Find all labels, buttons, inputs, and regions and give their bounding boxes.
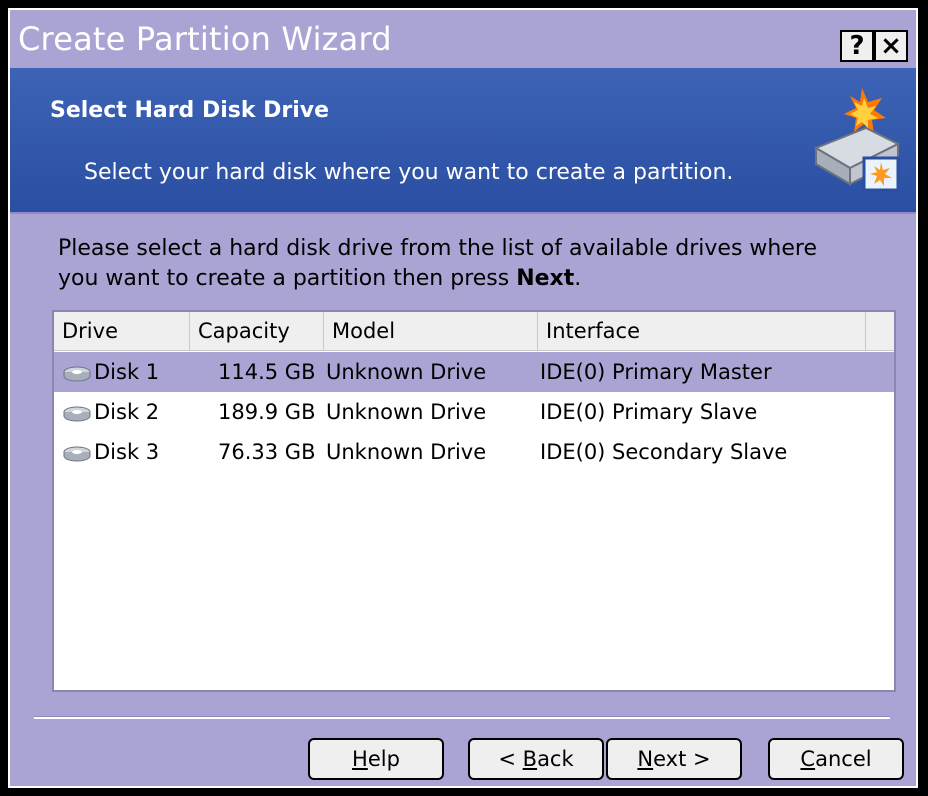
next-button[interactable]: Next > bbox=[606, 738, 742, 780]
footer-separator bbox=[34, 716, 890, 719]
header-title: Select Hard Disk Drive bbox=[50, 98, 330, 123]
window-title: Create Partition Wizard bbox=[18, 20, 392, 58]
cancel-button[interactable]: Cancel bbox=[768, 738, 904, 780]
title-close-button[interactable]: × bbox=[874, 30, 908, 62]
cancel-button-mnemonic: C bbox=[800, 747, 816, 771]
title-bar[interactable]: Create Partition Wizard ? × bbox=[10, 10, 916, 68]
cell-drive: Disk 2 bbox=[94, 400, 160, 424]
help-button-label: elp bbox=[367, 747, 400, 771]
table-row[interactable]: Disk 1 114.5 GB Unknown Drive IDE(0) Pri… bbox=[54, 352, 894, 392]
instructions-text: Please select a hard disk drive from the… bbox=[58, 234, 858, 294]
cancel-button-label: ancel bbox=[815, 747, 872, 771]
column-header-interface[interactable]: Interface bbox=[538, 312, 866, 350]
column-header-model[interactable]: Model bbox=[324, 312, 538, 350]
instructions-period: . bbox=[574, 266, 582, 291]
instructions-line-1: Please select a hard disk drive from the… bbox=[58, 236, 817, 261]
cell-capacity: 76.33 GB bbox=[218, 440, 316, 464]
instructions-next-word: Next bbox=[516, 266, 575, 291]
cell-model: Unknown Drive bbox=[326, 440, 487, 464]
cell-drive: Disk 1 bbox=[94, 360, 160, 384]
title-help-button[interactable]: ? bbox=[840, 30, 874, 62]
help-button-mnemonic: H bbox=[352, 747, 368, 771]
column-header-capacity[interactable]: Capacity bbox=[190, 312, 324, 350]
hard-disk-icon bbox=[63, 366, 91, 382]
header-subtitle: Select your hard disk where you want to … bbox=[84, 160, 734, 185]
back-button-mnemonic: B bbox=[522, 747, 538, 771]
help-button[interactable]: Help bbox=[308, 738, 444, 780]
wizard-header: Select Hard Disk Drive Select your hard … bbox=[10, 68, 916, 214]
cell-capacity: 114.5 GB bbox=[218, 360, 316, 384]
cell-capacity: 189.9 GB bbox=[218, 400, 316, 424]
back-button-label: ack bbox=[537, 747, 574, 771]
instructions-line-2-text: you want to create a partition then pres… bbox=[58, 266, 517, 291]
column-header-drive[interactable]: Drive bbox=[54, 312, 190, 350]
cell-interface: IDE(0) Primary Master bbox=[540, 360, 772, 384]
wizard-window: Create Partition Wizard ? × Select Hard … bbox=[8, 8, 918, 788]
back-button-arrow: < bbox=[498, 747, 523, 771]
wizard-hard-disk-icon bbox=[813, 88, 901, 192]
table-row[interactable]: Disk 3 76.33 GB Unknown Drive IDE(0) Sec… bbox=[54, 432, 894, 472]
cell-drive: Disk 3 bbox=[94, 440, 160, 464]
cell-interface: IDE(0) Primary Slave bbox=[540, 400, 758, 424]
hard-disk-icon bbox=[63, 446, 91, 462]
hard-disk-icon bbox=[63, 406, 91, 422]
instructions-line-2: you want to create a partition then pres… bbox=[58, 264, 858, 294]
list-header: Drive Capacity Model Interface bbox=[54, 312, 894, 351]
cell-model: Unknown Drive bbox=[326, 360, 487, 384]
back-button[interactable]: < Back bbox=[468, 738, 604, 780]
screen-frame: Create Partition Wizard ? × Select Hard … bbox=[0, 0, 928, 796]
next-button-label: ext > bbox=[653, 747, 711, 771]
cell-model: Unknown Drive bbox=[326, 400, 487, 424]
drive-list[interactable]: Drive Capacity Model Interface Disk 1 11… bbox=[52, 310, 896, 692]
table-row[interactable]: Disk 2 189.9 GB Unknown Drive IDE(0) Pri… bbox=[54, 392, 894, 432]
next-button-mnemonic: N bbox=[637, 747, 654, 771]
cell-interface: IDE(0) Secondary Slave bbox=[540, 440, 788, 464]
